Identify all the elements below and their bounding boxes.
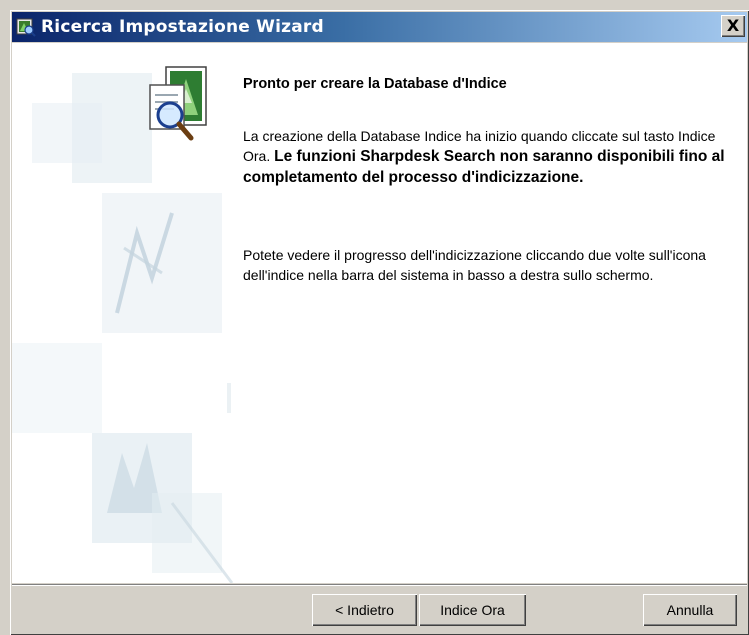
cancel-button[interactable]: Annulla: [643, 594, 737, 626]
wizard-content: Pronto per creare la Database d'Indice L…: [12, 43, 747, 583]
close-button[interactable]: X: [721, 15, 745, 37]
intro-paragraph: La creazione della Database Indice ha in…: [243, 126, 746, 188]
index-now-button[interactable]: Indice Ora: [419, 594, 526, 626]
progress-info-paragraph: Potete vedere il progresso dell'indicizz…: [243, 247, 706, 283]
title-bar[interactable]: Ricerca Impostazione Wizard X: [12, 12, 747, 42]
button-separator: [12, 584, 747, 586]
warning-text: Le funzioni Sharpdesk Search non saranno…: [243, 148, 725, 186]
back-button[interactable]: < Indietro: [312, 594, 417, 626]
document-magnifier-icon: [149, 66, 207, 141]
wizard-window: Ricerca Impostazione Wizard X Pronto per…: [10, 10, 749, 635]
wizard-window-icon: [16, 18, 36, 37]
window-title: Ricerca Impostazione Wizard: [41, 17, 324, 37]
page-heading: Pronto per creare la Database d'Indice: [243, 76, 507, 92]
